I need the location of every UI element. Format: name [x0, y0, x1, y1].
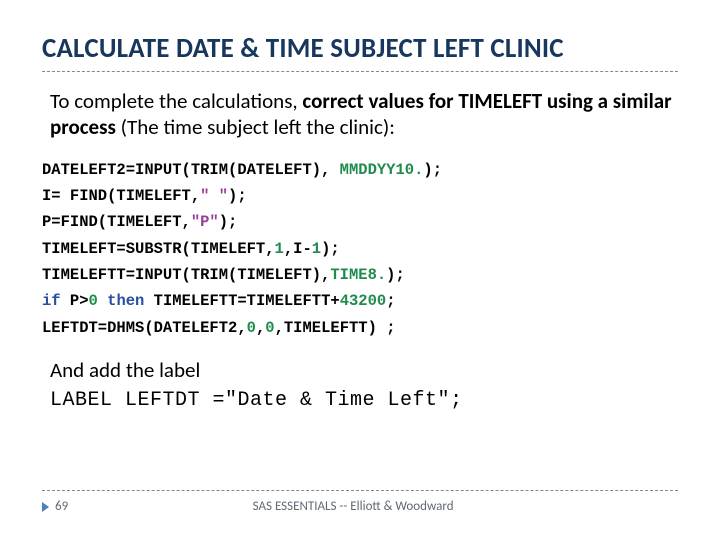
code-seg: P=FIND(TIMELEFT,: [42, 213, 191, 231]
code-seg: );: [423, 161, 442, 179]
code-num: 0: [89, 292, 98, 310]
code-line-2: I= FIND(TIMELEFT," ");: [42, 183, 678, 209]
code-seg: TIMELEFTT=TIMELEFTT+: [144, 292, 339, 310]
code-line-4: TIMELEFT=SUBSTR(TIMELEFT,1,I-1);: [42, 236, 678, 262]
code-seg: LEFTDT=DHMS(DATELEFT2,: [42, 319, 247, 337]
code-seg: ;: [386, 292, 395, 310]
code-format: MMDDYY10.: [340, 161, 424, 179]
code-seg: I= FIND(TIMELEFT,: [42, 187, 200, 205]
code-seg: ,TIMELEFTT) ;: [275, 319, 396, 337]
code-line-6: if P>0 then TIMELEFTT=TIMELEFTT+43200;: [42, 288, 678, 314]
footer: 69 SAS ESSENTIALS -- Elliott & Woodward: [42, 490, 678, 514]
code-line-7: LEFTDT=DHMS(DATELEFT2,0,0,TIMELEFTT) ;: [42, 315, 678, 341]
code-seg: );: [321, 240, 340, 258]
code-seg: );: [386, 266, 405, 284]
code-num: 43200: [340, 292, 387, 310]
code-line-3: P=FIND(TIMELEFT,"P");: [42, 209, 678, 235]
code-seg: [98, 292, 107, 310]
slide-container: CALCULATE DATE & TIME SUBJECT LEFT CLINI…: [0, 0, 720, 540]
code-block: DATELEFT2=INPUT(TRIM(DATELEFT), MMDDYY10…: [42, 151, 678, 351]
code-seg: TIMELEFTT=INPUT(TRIM(TIMELEFT),: [42, 266, 330, 284]
code-num: 1: [312, 240, 321, 258]
label-code: LABEL LEFTDT ="Date & Time Left";: [42, 387, 678, 412]
code-num: 1: [275, 240, 284, 258]
intro-suffix: (The time subject left the clinic):: [116, 114, 395, 140]
slide-title: CALCULATE DATE & TIME SUBJECT LEFT CLINI…: [42, 32, 678, 72]
code-string: " ": [200, 187, 228, 205]
code-seg: ,I-: [284, 240, 312, 258]
intro-paragraph: To complete the calculations, correct va…: [42, 88, 678, 151]
code-seg: P>: [61, 292, 89, 310]
code-line-5: TIMELEFTT=INPUT(TRIM(TIMELEFT),TIME8.);: [42, 262, 678, 288]
code-seg: TIMELEFT=SUBSTR(TIMELEFT,: [42, 240, 275, 258]
code-num: 0: [265, 319, 274, 337]
code-num: 0: [247, 319, 256, 337]
code-keyword: then: [107, 292, 144, 310]
code-keyword: if: [42, 292, 61, 310]
code-seg: DATELEFT2=INPUT(TRIM(DATELEFT),: [42, 161, 330, 179]
code-format: TIME8.: [330, 266, 386, 284]
intro-prefix: To complete the calculations,: [50, 88, 302, 114]
code-seg: ,: [256, 319, 265, 337]
code-seg: );: [219, 213, 238, 231]
code-seg: );: [228, 187, 247, 205]
code-string: "P": [191, 213, 219, 231]
footer-row: 69 SAS ESSENTIALS -- Elliott & Woodward: [42, 499, 678, 514]
code-line-1: DATELEFT2=INPUT(TRIM(DATELEFT), MMDDYY10…: [42, 157, 678, 183]
post-text: And add the label: [42, 351, 678, 387]
footer-text: SAS ESSENTIALS -- Elliott & Woodward: [28, 499, 678, 514]
